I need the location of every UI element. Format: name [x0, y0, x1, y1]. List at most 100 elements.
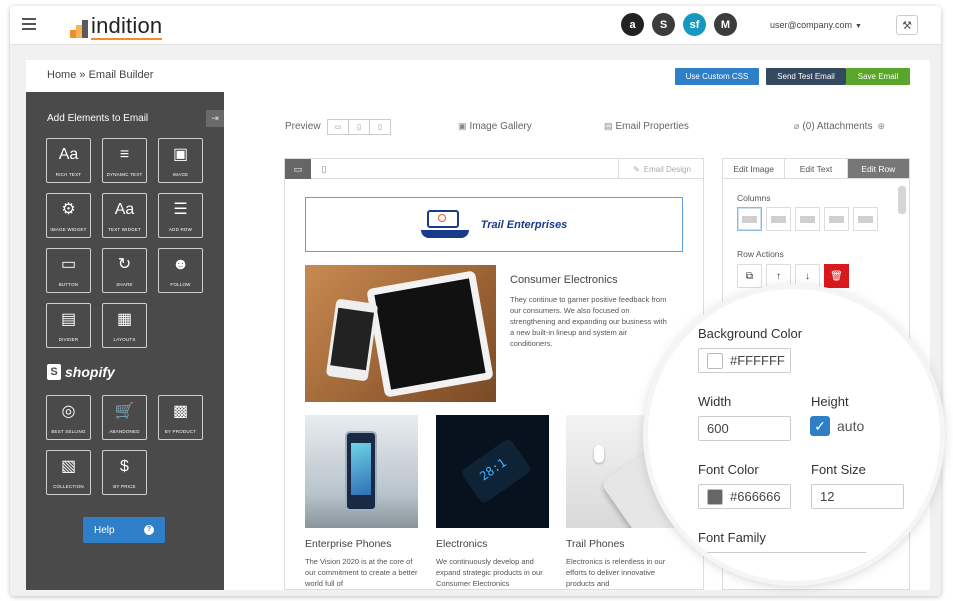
font-size-input[interactable]: 12	[811, 484, 904, 509]
rich-text-icon: Aa	[58, 146, 79, 163]
tool-rich-text[interactable]: Aa RICH TEXT	[46, 138, 91, 183]
product-body-2[interactable]: We continuously develop and expand strat…	[436, 556, 551, 589]
duplicate-row-icon[interactable]: ⧉	[737, 264, 762, 288]
tool-text-widget[interactable]: Aa TEXT WIDGET	[102, 193, 147, 238]
email-header-block[interactable]: Trail Enterprises	[305, 197, 683, 252]
preview-tablet-icon[interactable]: ▯	[349, 120, 370, 134]
background-color-input[interactable]: #FFFFFF	[698, 348, 791, 373]
tool-add-row[interactable]: ☰ ADD ROW	[158, 193, 203, 238]
tool-label: COLLECTION	[53, 484, 84, 489]
tool-divider[interactable]: ▤ DIVIDER	[46, 303, 91, 348]
tool-collection[interactable]: ▧ COLLECTION	[46, 450, 91, 495]
tool-layouts[interactable]: ▦ LAYOUTS	[102, 303, 147, 348]
tool-image[interactable]: ▣ IMAGE	[158, 138, 203, 183]
product-title-2[interactable]: Electronics	[436, 538, 487, 550]
text-widget-icon: Aa	[114, 201, 135, 218]
logo[interactable]: indition	[70, 13, 163, 40]
price-icon: $	[120, 458, 129, 475]
product-image-2[interactable]: 28:1	[436, 415, 549, 528]
hero-body[interactable]: They continue to garner positive feedbac…	[510, 294, 670, 349]
tool-label: ADD ROW	[168, 227, 193, 232]
tool-dynamic-text[interactable]: ≡ DYNAMIC TEXT	[102, 138, 147, 183]
breadcrumb-separator: »	[79, 69, 86, 81]
columns-1-button[interactable]	[737, 207, 762, 231]
tool-abandoned[interactable]: 🛒 ABANDONED	[102, 395, 147, 440]
tool-best-selling[interactable]: ◎ BEST SELLING	[46, 395, 91, 440]
shopify-icon[interactable]: S	[652, 13, 675, 36]
columns-label: Columns	[737, 193, 771, 203]
product-body-3[interactable]: Electronics is relentless in our efforts…	[566, 556, 681, 589]
columns-3-button[interactable]	[795, 207, 820, 231]
magento-icon[interactable]: M	[714, 13, 737, 36]
top-bar: indition a S sf M user@company.com ▼ ⚒	[10, 6, 941, 45]
tool-label: DIVIDER	[58, 337, 79, 342]
desktop-view-icon[interactable]: ▭	[285, 159, 311, 179]
height-label: Height	[811, 394, 849, 409]
product-image-1[interactable]	[305, 415, 418, 528]
caret-down-icon: ▼	[855, 23, 862, 30]
hero-image[interactable]	[305, 265, 496, 402]
columns-2-button[interactable]	[766, 207, 791, 231]
add-circle-icon[interactable]: ⊕	[877, 121, 885, 131]
hero-title[interactable]: Consumer Electronics	[510, 274, 618, 286]
move-up-icon[interactable]: ↑	[766, 264, 791, 288]
phone-shape	[325, 298, 379, 382]
tab-edit-image[interactable]: Edit Image	[723, 159, 786, 178]
menu-icon[interactable]	[22, 18, 36, 30]
follow-icon: ☻	[172, 256, 189, 273]
help-button[interactable]: Help ?	[83, 517, 165, 543]
font-color-input[interactable]: #666666	[698, 484, 791, 509]
amazon-icon[interactable]: a	[621, 13, 644, 36]
tool-button[interactable]: ▭ BUTTON	[46, 248, 91, 293]
user-menu[interactable]: user@company.com ▼	[770, 20, 862, 30]
tool-by-price[interactable]: $ BY PRICE	[102, 450, 147, 495]
font-family-select-border	[698, 552, 866, 553]
tab-edit-row[interactable]: Edit Row	[847, 159, 909, 178]
save-email-button[interactable]: Save Email	[846, 68, 910, 85]
background-color-swatch[interactable]	[707, 352, 723, 369]
product-title-3[interactable]: Trail Phones	[566, 538, 625, 550]
brand-logo: Trail Enterprises	[420, 209, 567, 240]
attachments-link[interactable]: ⌀ (0) Attachments ⊕	[794, 121, 888, 132]
mobile-view-icon[interactable]: ▯	[311, 159, 337, 179]
tool-follow[interactable]: ☻ FOLLOW	[158, 248, 203, 293]
salesforce-icon[interactable]: sf	[683, 13, 706, 36]
image-widget-icon: ⚙	[61, 201, 76, 218]
properties-scrollbar[interactable]	[898, 186, 906, 214]
tab-edit-text[interactable]: Edit Text	[785, 159, 848, 178]
font-family-select[interactable]: rica	[720, 565, 739, 579]
logo-text: indition	[91, 13, 163, 40]
attachments-label: (0) Attachments	[802, 121, 873, 132]
send-test-email-button[interactable]: Send Test Email	[766, 68, 846, 85]
email-canvas[interactable]: ▭ ▯ ✎ Email Design Trail Enterprises Cons…	[284, 158, 704, 590]
product-body-1[interactable]: The Vision 2020 is at the core of our co…	[305, 556, 420, 589]
use-custom-css-button[interactable]: Use Custom CSS	[675, 68, 759, 85]
tool-label: BEST SELLING	[51, 429, 86, 434]
delete-row-icon[interactable]: 🗑	[824, 264, 849, 288]
product-title-1[interactable]: Enterprise Phones	[305, 538, 391, 550]
button-icon: ▭	[60, 256, 77, 273]
email-properties-link[interactable]: ▤ Email Properties	[604, 121, 689, 132]
tool-label: ABANDONED	[109, 429, 140, 434]
paperclip-icon: ⌀	[794, 121, 800, 131]
laptop-power-icon	[420, 209, 477, 240]
magic-wand-icon[interactable]: ⚒	[896, 15, 918, 35]
width-input[interactable]: 600	[698, 416, 791, 441]
move-down-icon[interactable]: ↓	[795, 264, 820, 288]
tool-share[interactable]: ↻ SHARE	[102, 248, 147, 293]
row-actions-label: Row Actions	[737, 249, 784, 259]
height-auto-checkbox[interactable]: ✓	[810, 416, 830, 436]
tool-by-product[interactable]: ▩ BY PRODUCT	[158, 395, 203, 440]
email-properties-label: Email Properties	[615, 121, 689, 132]
preview-desktop-icon[interactable]: ▭	[328, 120, 349, 134]
preview-mobile-icon[interactable]: ▯	[370, 120, 390, 134]
email-design-button[interactable]: ✎ Email Design	[618, 159, 703, 179]
collapse-sidebar-icon[interactable]: ⇥	[206, 110, 224, 127]
breadcrumb-home[interactable]: Home	[47, 69, 76, 81]
columns-5-button[interactable]	[853, 207, 878, 231]
columns-4-button[interactable]	[824, 207, 849, 231]
image-gallery-link[interactable]: ▣ Image Gallery	[458, 121, 532, 132]
tool-image-widget[interactable]: ⚙ IMAGE WIDGET	[46, 193, 91, 238]
email-design-label: Email Design	[643, 164, 691, 174]
font-color-swatch[interactable]	[707, 488, 723, 505]
